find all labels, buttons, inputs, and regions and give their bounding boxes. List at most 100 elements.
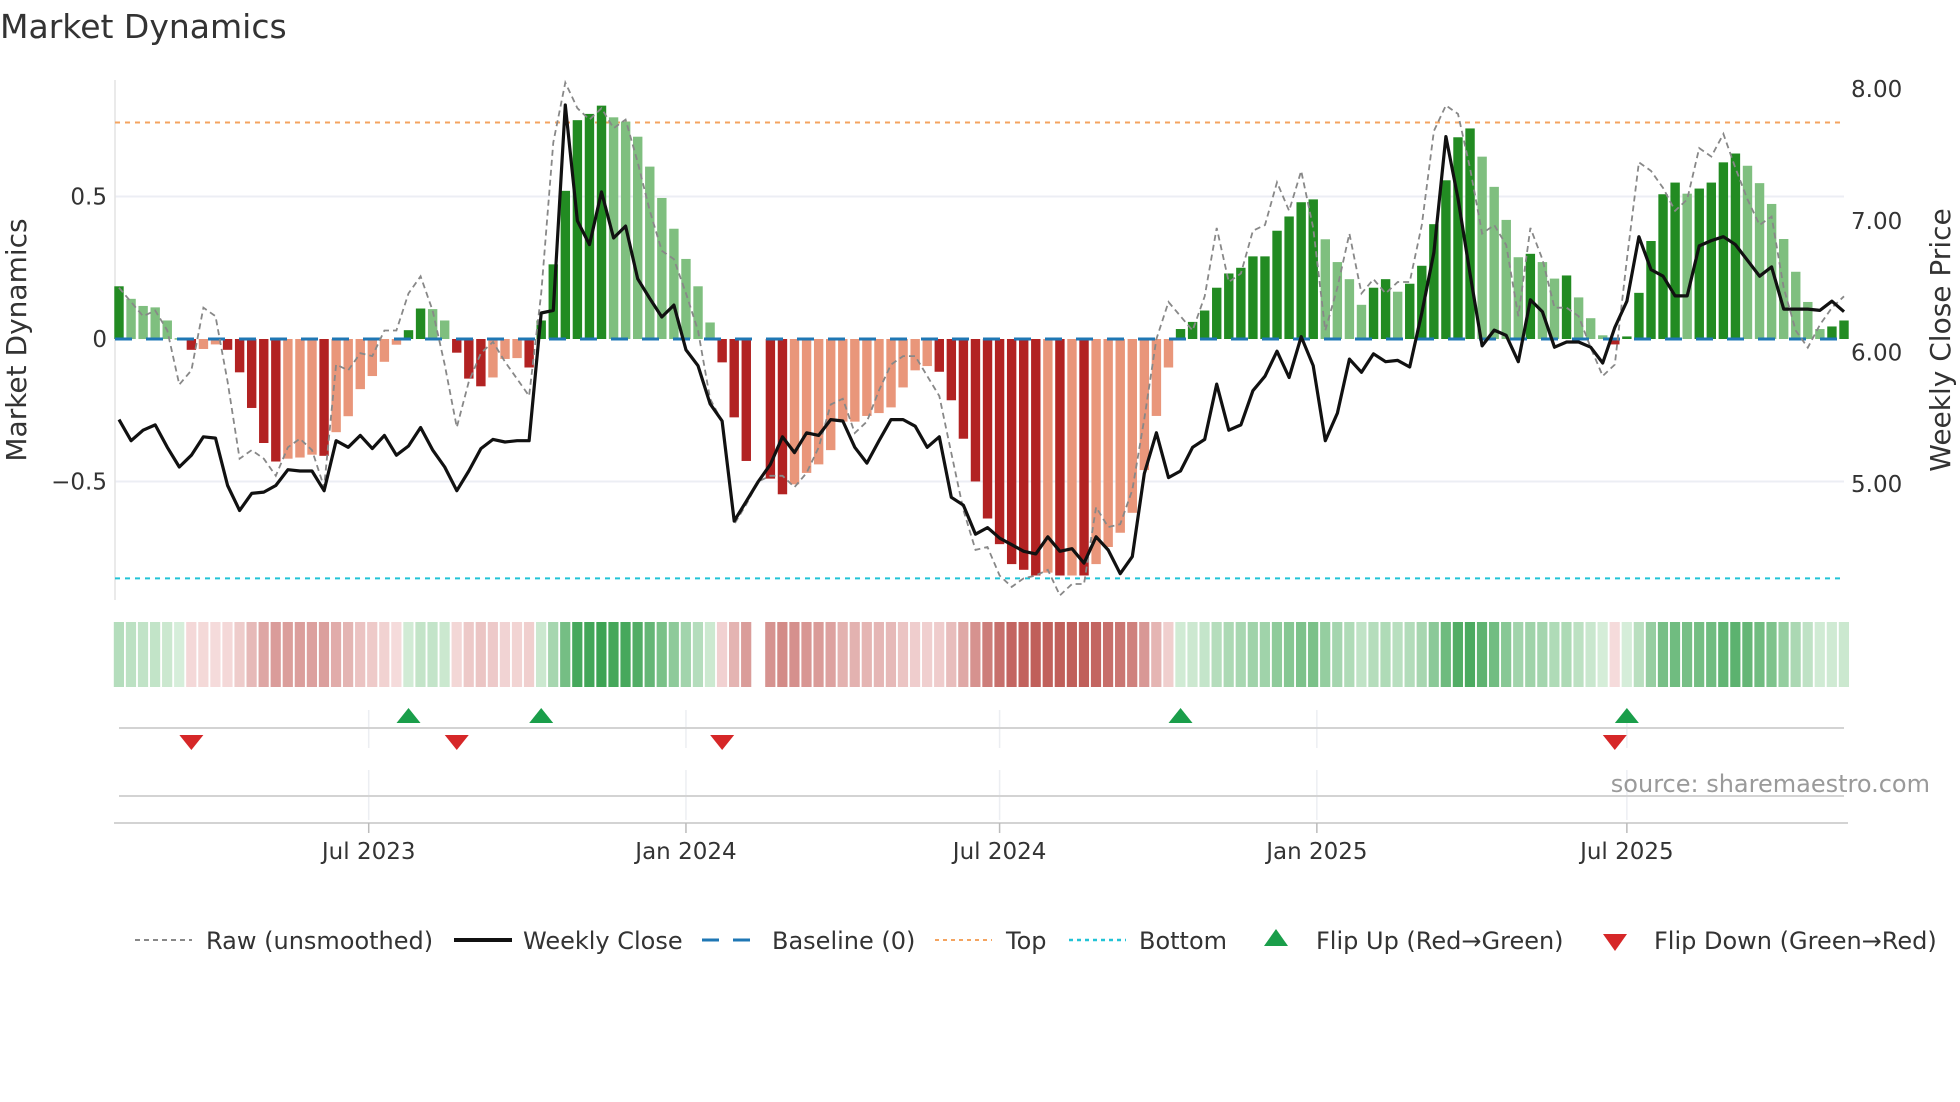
heat-strip-cell	[1332, 622, 1343, 687]
heat-strip-cell	[1127, 622, 1138, 687]
heat-strip-cell	[813, 622, 824, 687]
oscillator-bar	[186, 339, 197, 350]
x-tick-label: Jul 2023	[320, 839, 416, 865]
oscillator-bar	[645, 166, 655, 340]
heat-strip-cell	[318, 622, 330, 687]
heat-strip-cell	[1657, 622, 1669, 687]
oscillator-bar	[1634, 292, 1644, 340]
heat-strip-cell	[1344, 622, 1355, 687]
legend-flip-up-icon	[1264, 929, 1288, 946]
oscillator-bar	[596, 105, 607, 340]
heat-strip-cell	[306, 622, 318, 687]
oscillator-bar	[1212, 287, 1222, 340]
oscillator-bar	[1079, 339, 1089, 576]
heat-strip-cell	[1814, 622, 1825, 687]
oscillator-bar	[379, 339, 390, 362]
heat-strip-cell	[1501, 622, 1512, 687]
heat-strip-cell	[1778, 622, 1789, 687]
heat-strip-cell	[1139, 622, 1150, 687]
oscillator-bar	[307, 339, 317, 455]
heat-strip-cell	[1163, 622, 1174, 687]
oscillator-bar	[1465, 128, 1475, 340]
heat-strip-cell	[1561, 622, 1572, 687]
oscillator-bar	[1115, 339, 1125, 533]
oscillator-bar	[850, 339, 860, 422]
oscillator-bar	[560, 190, 571, 340]
heat-strip-cell	[379, 622, 390, 687]
oscillator-bar	[1778, 238, 1789, 340]
heat-strip-cell	[861, 622, 872, 687]
heat-strip-cell	[246, 622, 257, 687]
oscillator-bar	[1067, 339, 1077, 576]
oscillator-bar	[1284, 216, 1294, 340]
oscillator-bar	[452, 339, 462, 353]
oscillator-bar	[234, 339, 245, 373]
heat-strip-cell	[1042, 622, 1053, 687]
oscillator-bar	[1031, 339, 1041, 576]
heat-strip-cell	[1621, 622, 1632, 687]
x-tick-label: Jan 2024	[633, 839, 736, 865]
heat-strip-cell	[1513, 622, 1524, 687]
left-tick-label: 0	[92, 327, 107, 353]
x-tick-label: Jul 2024	[951, 839, 1047, 865]
heat-strip-cell	[1223, 622, 1234, 687]
x-tick-label: Jan 2025	[1264, 839, 1367, 865]
heat-strip-cell	[475, 622, 486, 687]
heat-strip-cell	[1537, 622, 1548, 687]
flip-down-marker-icon	[1602, 735, 1627, 750]
oscillator-bar	[1224, 273, 1234, 340]
oscillator-bar	[512, 339, 522, 359]
oscillator-bar	[1827, 326, 1837, 340]
oscillator-bar	[862, 339, 872, 416]
heat-strip-cell	[415, 622, 426, 687]
oscillator-bar	[1296, 202, 1306, 340]
oscillator-bar	[1839, 320, 1849, 340]
heat-strip-cell	[608, 622, 619, 687]
oscillator-bar	[1525, 253, 1536, 340]
oscillator-bar	[922, 339, 932, 367]
heat-strip-cell	[1320, 622, 1331, 687]
heat-strip-cell	[825, 622, 836, 687]
heat-strip-cell	[885, 622, 897, 687]
oscillator-bar	[1585, 318, 1596, 340]
oscillator-bar	[331, 339, 341, 433]
heat-strip-cell	[1308, 622, 1319, 687]
heat-strip-cell	[801, 622, 812, 687]
flip-up-marker-icon	[396, 708, 421, 723]
heat-strip-cell	[572, 622, 583, 687]
heat-strip-cell	[741, 622, 752, 687]
left-tick-label: −0.5	[51, 469, 107, 495]
heat-strip-cell	[270, 622, 281, 687]
oscillator-bar	[1187, 321, 1198, 340]
oscillator-bar	[1392, 291, 1403, 340]
oscillator-bar	[970, 339, 981, 482]
legend-flip-down-icon	[1603, 934, 1627, 951]
heat-strip-cell	[632, 622, 643, 687]
oscillator-bar	[415, 308, 426, 340]
heat-strip-cell	[1464, 622, 1476, 687]
oscillator-bar	[343, 339, 353, 417]
left-axis-label: Market Dynamics	[0, 218, 33, 461]
heat-strip-cell	[1525, 622, 1536, 687]
oscillator-bar	[476, 339, 486, 387]
flip-up-marker-icon	[1168, 708, 1193, 723]
heat-strip-cell	[994, 622, 1005, 687]
heat-strip-cell	[1838, 622, 1849, 687]
heat-strip-cell	[137, 622, 149, 687]
oscillator-bar	[1549, 278, 1560, 340]
oscillator-bar	[114, 286, 124, 340]
oscillator-bar	[1006, 339, 1017, 565]
heat-strip-cell	[548, 622, 559, 687]
heat-strip-cell	[1428, 622, 1439, 687]
heat-strip-cell	[536, 622, 547, 687]
x-tick-label: Jul 2025	[1578, 839, 1674, 865]
x-axis: Jul 2023 Jan 2024 Jul 2024 Jan 2025 Jul 2025	[114, 822, 1848, 865]
oscillator-bar	[777, 339, 788, 495]
heat-strip-cell	[1730, 622, 1741, 687]
oscillator-bar	[283, 339, 293, 459]
oscillator-bar	[801, 339, 812, 473]
left-axis-ticks: 0.5 0 −0.5	[51, 185, 107, 496]
oscillator-bar	[138, 305, 148, 340]
oscillator-bar	[1019, 339, 1029, 570]
oscillator-bar	[1646, 240, 1656, 340]
